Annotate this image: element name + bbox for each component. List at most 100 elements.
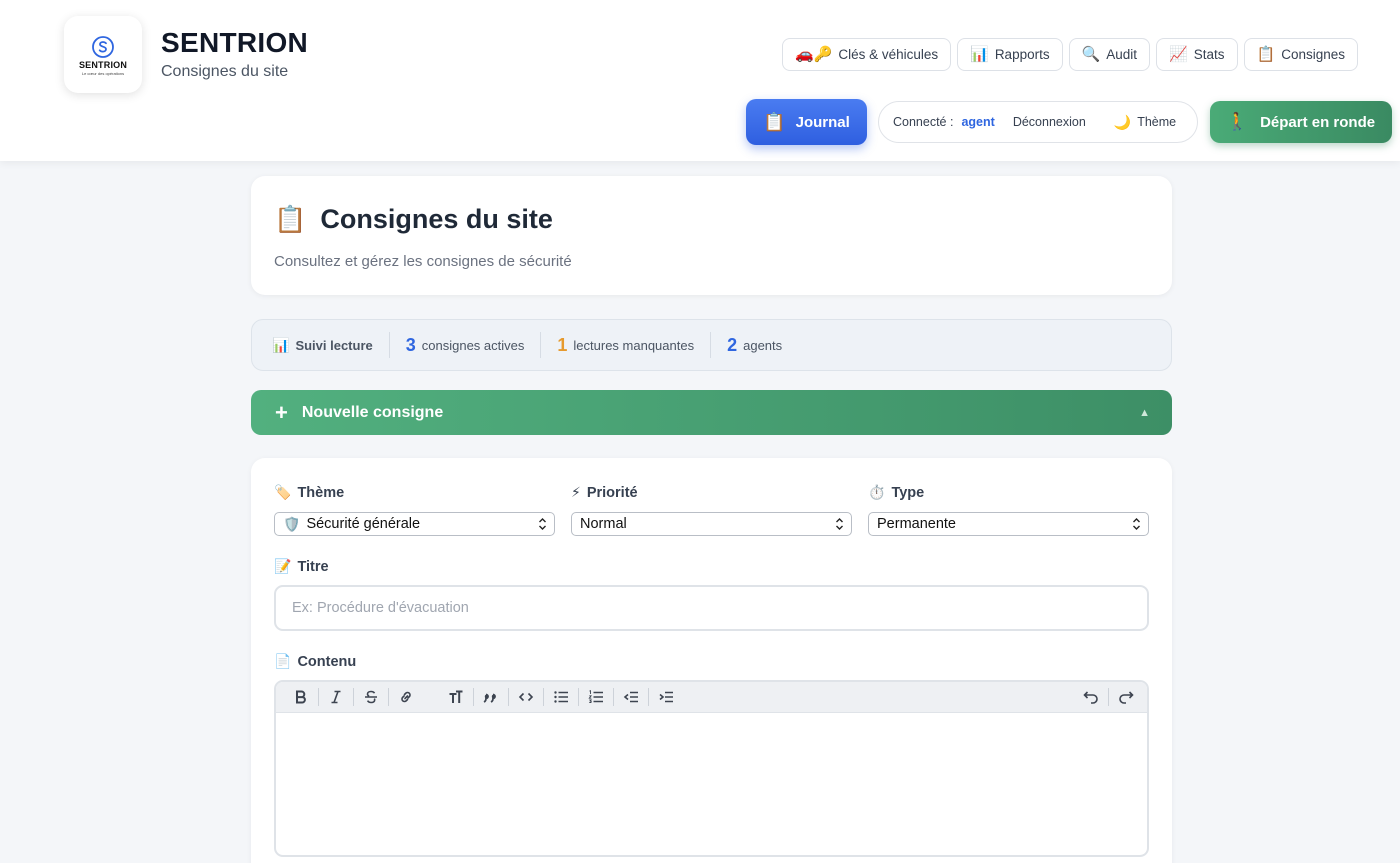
nav-label: Rapports (994, 47, 1050, 62)
shield-icon: 🛡️ (283, 515, 301, 532)
stat-active-consignes: 3 consignes actives (388, 332, 541, 358)
theme-select[interactable]: 🛡️ Sécurité générale (274, 512, 555, 536)
stat-label: lectures manquantes (573, 337, 695, 353)
stat-value: 3 (405, 334, 416, 355)
brand-title: SENTRION (161, 27, 309, 58)
caret-up-icon: ▲ (1139, 406, 1150, 419)
brand-subtitle: Consignes du site (161, 63, 289, 80)
outdent-icon[interactable] (616, 685, 646, 709)
bar-chart-icon: 📊 (970, 46, 989, 63)
italic-icon[interactable] (321, 685, 351, 709)
nav-label: Clés & véhicules (838, 47, 939, 62)
priority-field-label: ⚡ Priorité (571, 484, 638, 501)
toolbar-divider (543, 688, 544, 706)
logo-text: SENTRION (78, 60, 128, 70)
memo-icon: 📝 (274, 558, 292, 574)
nav-keys-vehicles-button[interactable]: 🚗🔑 Clés & véhicules (781, 38, 952, 71)
walking-person-icon: 🚶 (1226, 112, 1249, 131)
new-consigne-form: 🏷️ Thème 🛡️ Sécurité générale ⚡ Priorité… (251, 458, 1172, 863)
toolbar-divider (613, 688, 614, 706)
logo-tagline: Le cœur des opérations (81, 71, 125, 76)
type-label-text: Type (891, 484, 925, 501)
toolbar-divider (508, 688, 509, 706)
magnifier-icon: 🔍 (1081, 46, 1101, 63)
reading-stats-bar: 📊 Suivi lecture 3 consignes actives 1 le… (251, 319, 1172, 371)
theme-toggle[interactable]: 🌙 Thème (1114, 114, 1176, 131)
type-select-value: Permanente (877, 516, 956, 532)
journal-label: Journal (795, 113, 850, 131)
stat-value: 2 (727, 334, 738, 355)
toolbar-divider (388, 688, 389, 706)
toolbar-divider (578, 688, 579, 706)
toolbar-divider (318, 688, 319, 706)
app-logo[interactable]: SENTRION Le cœur des opérations (64, 16, 142, 93)
nav-label: Stats (1193, 47, 1225, 62)
numbered-list-icon[interactable] (581, 685, 611, 709)
car-key-icon: 🚗🔑 (794, 46, 833, 63)
history-buttons (1076, 685, 1141, 709)
strikethrough-icon[interactable] (356, 685, 386, 709)
page-description: Consultez et gérez les consignes de sécu… (274, 253, 572, 270)
quote-icon[interactable] (476, 685, 506, 709)
tag-icon: 🏷️ (274, 484, 292, 500)
indent-icon[interactable] (651, 685, 681, 709)
select-arrows-icon (836, 518, 843, 530)
current-user-link[interactable]: agent (961, 115, 994, 129)
stats-heading-label: Suivi lecture (295, 337, 373, 353)
bold-icon[interactable] (286, 685, 316, 709)
theme-select-value: Sécurité générale (306, 516, 421, 532)
priority-select[interactable]: Normal (571, 512, 852, 536)
new-consigne-label: Nouvelle consigne (301, 403, 444, 421)
toolbar-divider (353, 688, 354, 706)
page-icon: 📄 (274, 653, 292, 669)
code-icon[interactable] (511, 685, 541, 709)
editor-content-area[interactable] (276, 713, 1147, 855)
toolbar-divider (1108, 688, 1109, 706)
logout-link[interactable]: Déconnexion (1013, 115, 1086, 129)
new-consigne-toggle[interactable]: + Nouvelle consigne ▲ (251, 390, 1172, 435)
moon-icon: 🌙 (1113, 113, 1132, 130)
clipboard-icon: 📋 (274, 204, 307, 234)
title-input[interactable] (274, 585, 1149, 631)
stat-missing-readings: 1 lectures manquantes (540, 332, 710, 358)
nav-label: Consignes (1281, 47, 1345, 62)
page-title-text: Consignes du site (320, 204, 553, 234)
nav-reports-button[interactable]: 📊 Rapports (957, 38, 1063, 71)
stats-heading: 📊 Suivi lecture (272, 332, 389, 358)
link-icon[interactable] (391, 685, 421, 709)
bullet-list-icon[interactable] (546, 685, 576, 709)
theme-field-label: 🏷️ Thème (274, 484, 344, 501)
stat-label: agents (743, 337, 783, 353)
page-header-card: 📋 Consignes du site Consultez et gérez l… (251, 176, 1172, 295)
nav-stats-button[interactable]: 📈 Stats (1156, 38, 1238, 71)
theme-label: Thème (1137, 115, 1177, 129)
nav-audit-button[interactable]: 🔍 Audit (1068, 38, 1151, 71)
stopwatch-icon: ⏱️ (868, 484, 886, 500)
redo-icon[interactable] (1111, 685, 1141, 709)
select-arrows-icon (1133, 518, 1140, 530)
undo-icon[interactable] (1076, 685, 1106, 709)
type-field-label: ⏱️ Type (868, 484, 924, 501)
stat-agents: 2 agents (710, 332, 798, 358)
toolbar-divider (473, 688, 474, 706)
start-round-button[interactable]: 🚶 Départ en ronde (1210, 101, 1392, 143)
theme-label-text: Thème (297, 484, 345, 501)
type-select[interactable]: Permanente (868, 512, 1149, 536)
logo-icon (92, 36, 114, 58)
nav-label: Audit (1106, 47, 1138, 62)
stat-label: consignes actives (421, 337, 525, 353)
session-panel: Connecté : agent Déconnexion 🌙 Thème (878, 101, 1198, 143)
title-label-text: Titre (297, 558, 329, 575)
priority-select-value: Normal (580, 516, 627, 532)
priority-label-text: Priorité (586, 484, 638, 501)
editor-toolbar (276, 682, 1147, 713)
stat-value: 1 (557, 334, 568, 355)
title-field-label: 📝 Titre (274, 558, 329, 575)
select-arrows-icon (539, 518, 546, 530)
content-label-text: Contenu (297, 653, 357, 670)
heading-icon[interactable] (441, 685, 471, 709)
clipboard-icon: 📋 (763, 111, 786, 132)
journal-button[interactable]: 📋 Journal (746, 99, 867, 145)
clipboard-icon: 📋 (1256, 46, 1276, 63)
nav-consignes-button[interactable]: 📋 Consignes (1243, 38, 1358, 71)
